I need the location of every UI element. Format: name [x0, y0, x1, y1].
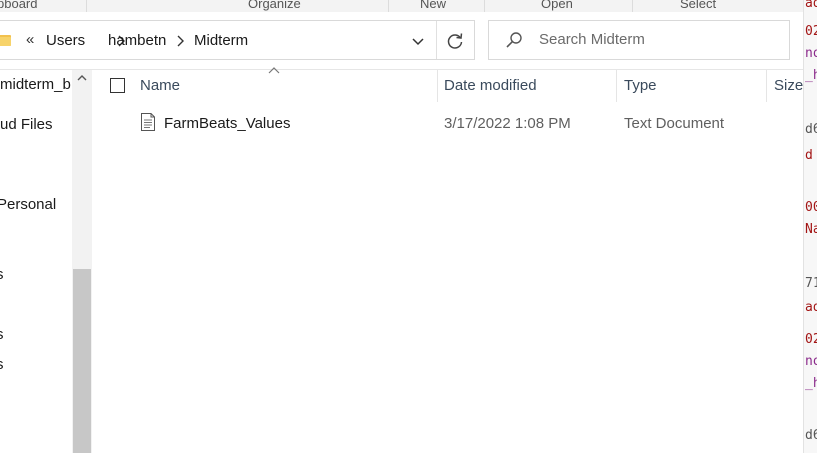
file-date-modified: 3/17/2022 1:08 PM [444, 115, 571, 132]
column-header-date-modified[interactable]: Date modified [444, 77, 537, 94]
chevron-up-icon[interactable] [76, 72, 88, 84]
ribbon-separator [86, 0, 87, 12]
ribbon-separator [484, 0, 485, 12]
search-placeholder[interactable]: Search Midterm [539, 31, 645, 48]
edge-text: _h [805, 376, 817, 391]
chevron-down-icon[interactable] [408, 31, 428, 51]
ribbon-label-organize: Organize [248, 0, 301, 11]
ribbon-separator [388, 0, 389, 12]
folder-icon [0, 35, 11, 46]
ribbon-label-clipboard: pboard [0, 0, 38, 11]
address-divider [436, 21, 437, 59]
column-header-type[interactable]: Type [624, 77, 657, 94]
nav-item[interactable]: s [0, 266, 4, 283]
nav-item[interactable]: s [0, 326, 4, 343]
address-bar[interactable]: « Users hambetn Midterm [0, 20, 475, 60]
search-box[interactable]: Search Midterm [488, 20, 790, 60]
file-name[interactable]: FarmBeats_Values [164, 115, 290, 132]
column-header-row: Name Date modified Type Size [92, 67, 803, 102]
ribbon-separator [632, 0, 633, 12]
file-list: Name Date modified Type Size FarmBeats_V… [92, 67, 803, 453]
column-header-size[interactable]: Size [774, 77, 803, 94]
sort-ascending-icon [268, 67, 280, 74]
search-icon [506, 32, 522, 48]
ribbon-label-open: Open [541, 0, 573, 11]
edge-text: no [805, 354, 817, 369]
column-divider[interactable] [437, 70, 438, 102]
breadcrumb-users[interactable]: Users [46, 32, 85, 49]
nav-scrollbar-thumb[interactable] [73, 269, 91, 453]
edge-text: 022 [805, 24, 817, 39]
edge-text: d6 [805, 122, 817, 137]
nav-item[interactable]: s [0, 356, 4, 373]
nav-item[interactable]: midterm_b [0, 76, 71, 93]
edge-text: d : [805, 148, 817, 163]
nav-scrollbar[interactable] [72, 70, 92, 453]
select-all-checkbox[interactable] [110, 78, 125, 93]
ribbon-label-new: New [420, 0, 447, 11]
background-window-edge: ad 022 no _h d6 d : 00 Na 71c ad 022 no … [803, 0, 817, 453]
edge-text: ad [805, 0, 817, 11]
edge-text: 71c [805, 276, 817, 291]
text-document-icon [141, 113, 155, 131]
column-divider[interactable] [766, 70, 767, 102]
ribbon-group-labels: pboard Organize New Open Select [0, 0, 803, 12]
address-bar-row: « Users hambetn Midterm Search Midterm [0, 12, 803, 70]
edge-text: Na [805, 222, 817, 237]
nav-item[interactable]: Personal [0, 196, 56, 213]
nav-item[interactable]: ud Files [0, 116, 53, 133]
edge-text: no [805, 46, 817, 61]
column-header-name[interactable]: Name [140, 77, 180, 94]
ribbon-label-select: Select [680, 0, 717, 11]
breadcrumb-hambetn[interactable]: hambetn [108, 32, 166, 49]
edge-text: 022 [805, 332, 817, 347]
file-type: Text Document [624, 115, 725, 132]
edge-text: ad [805, 300, 817, 315]
edge-text: _h [805, 68, 817, 83]
breadcrumb-overflow-button[interactable]: « [26, 31, 34, 48]
column-divider[interactable] [616, 70, 617, 102]
chevron-right-icon[interactable] [175, 35, 185, 47]
file-row[interactable]: FarmBeats_Values 3/17/2022 1:08 PM Text … [92, 108, 803, 138]
edge-text: d6 [805, 428, 817, 443]
breadcrumb-midterm[interactable]: Midterm [194, 32, 248, 49]
refresh-icon[interactable] [444, 30, 466, 52]
edge-text: 00 [805, 200, 817, 215]
